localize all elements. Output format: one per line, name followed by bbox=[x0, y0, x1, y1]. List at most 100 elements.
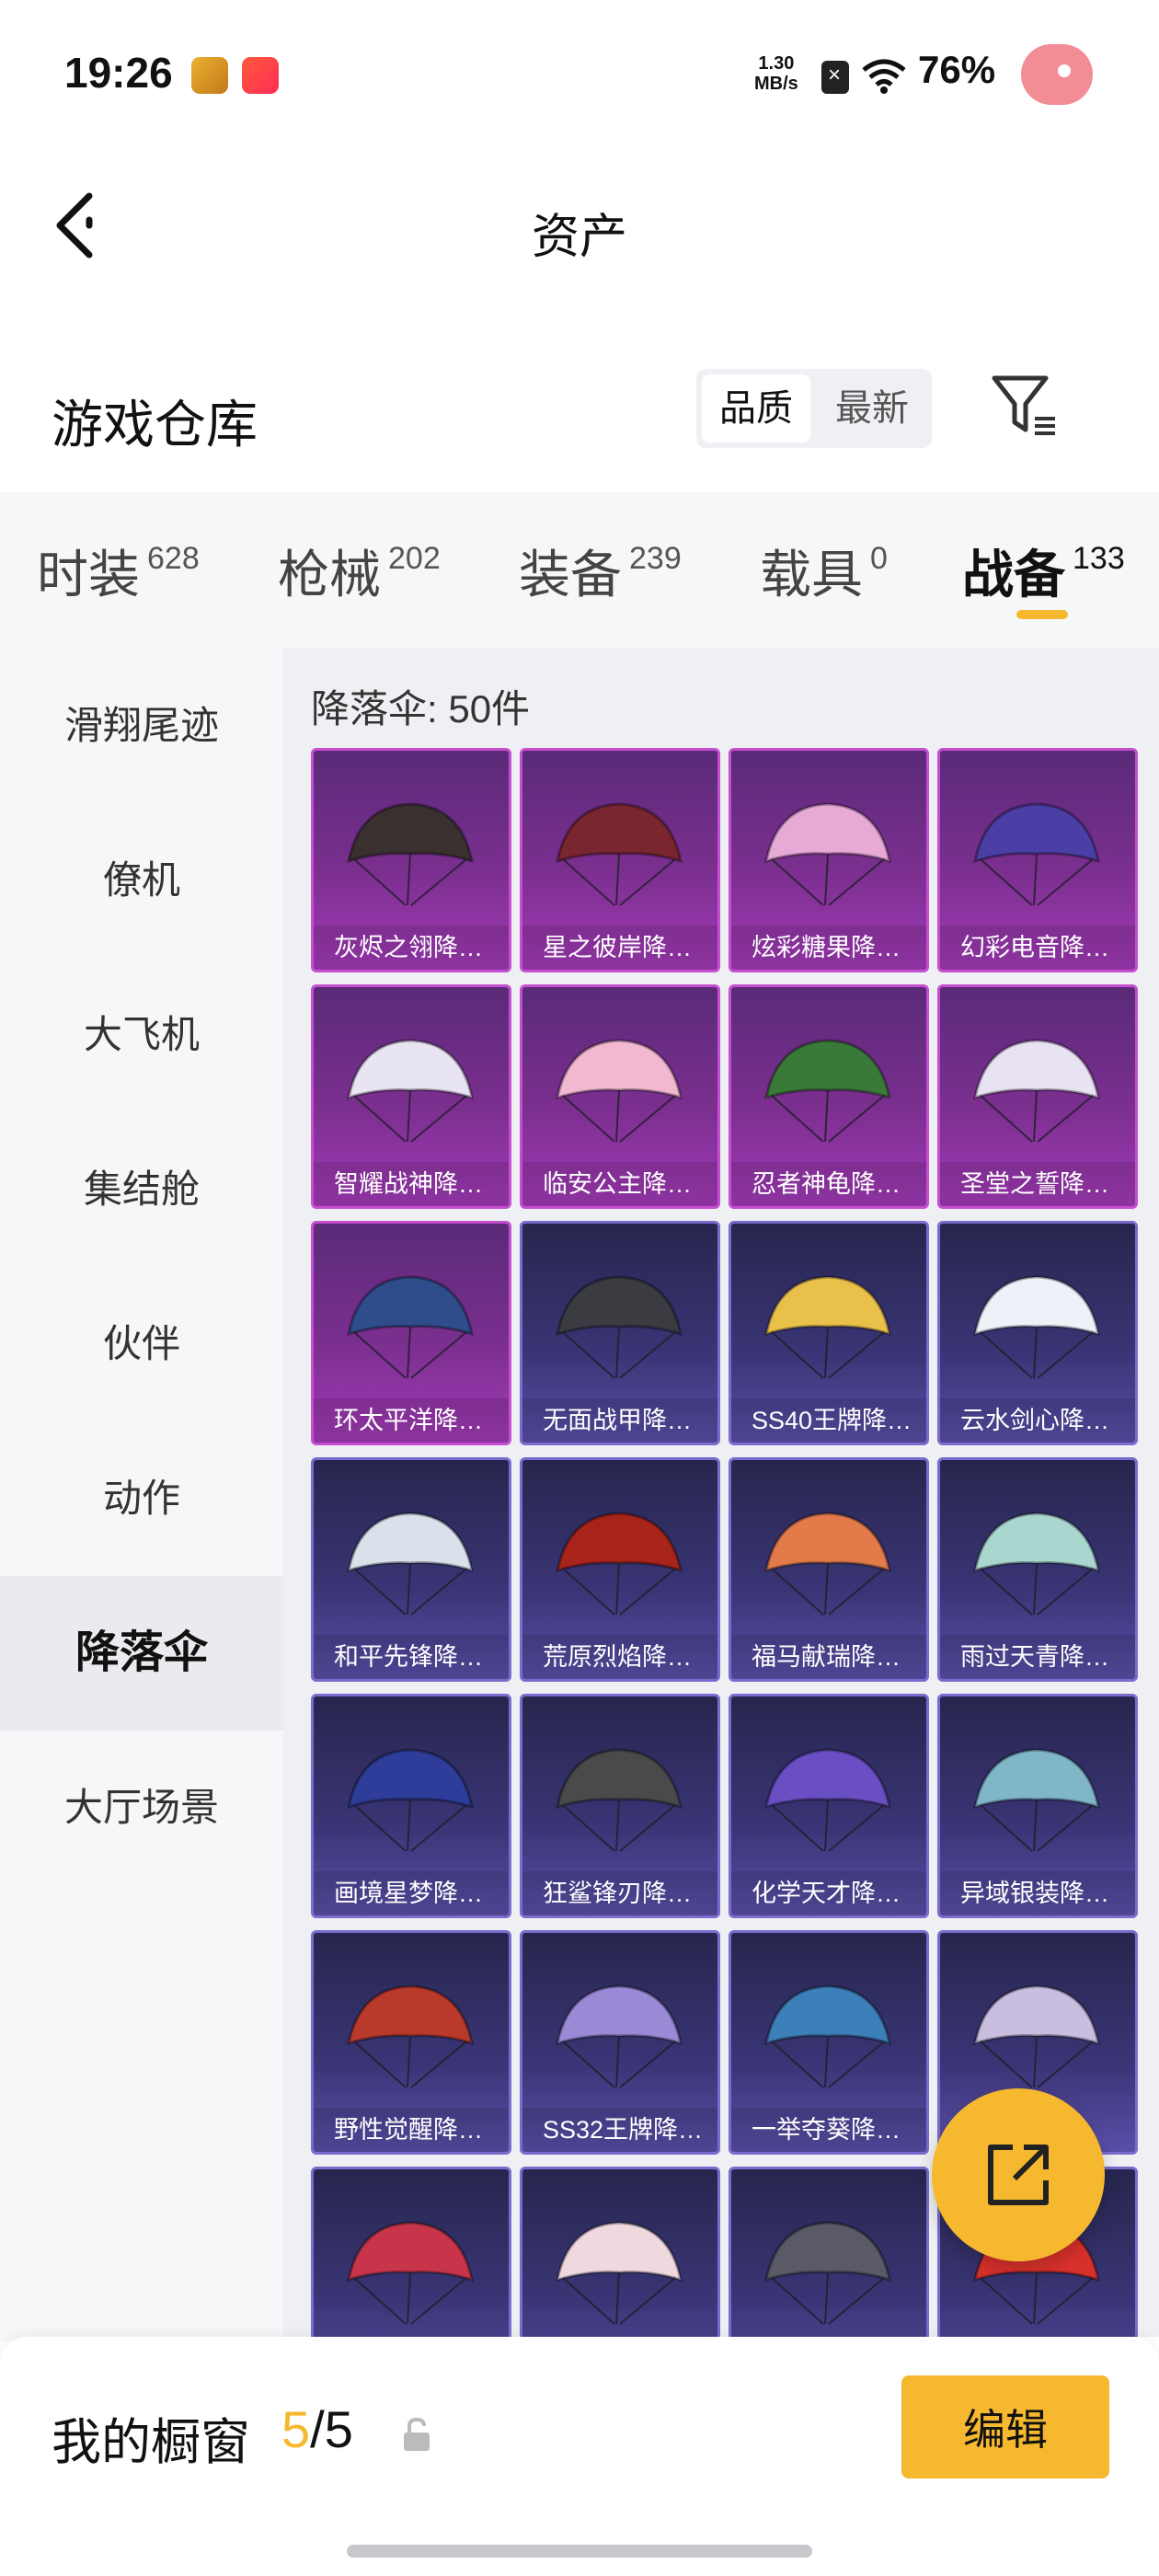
parachute-item-name: 云水剑心降… bbox=[940, 1398, 1135, 1443]
video-app-icon bbox=[242, 57, 279, 94]
parachute-item[interactable]: 福马献瑞降… bbox=[729, 1457, 929, 1682]
item-grid-panel: 降落伞: 50件 灰烬之翎降… 星之彼岸降… 炫彩糖果降… 幻彩电音降… 智耀战神降… 临… bbox=[283, 649, 1159, 2337]
parachute-icon bbox=[973, 1039, 1100, 1143]
parachute-item[interactable]: 化学天才降… bbox=[729, 1694, 929, 1918]
parachute-item[interactable]: 无面战甲降… bbox=[520, 1221, 720, 1445]
parachute-item-name: SS32王牌降… bbox=[522, 2108, 717, 2152]
item-count-label: 降落伞: 50件 bbox=[311, 687, 531, 730]
lock-icon bbox=[404, 2417, 430, 2451]
parachute-item-name: 忍者神龟降… bbox=[731, 1162, 926, 1206]
parachute-item-name: 幻彩电音降… bbox=[940, 926, 1135, 970]
tab-fashion[interactable]: 时装 628 bbox=[37, 534, 200, 608]
no-sim-icon bbox=[821, 61, 849, 94]
parachute-item-name: 异域银装降… bbox=[940, 1871, 1135, 1915]
parachute-item[interactable]: 智耀战神降… bbox=[311, 984, 511, 1209]
active-tab-indicator bbox=[1016, 610, 1068, 619]
parachute-item-name: 雨过天青降… bbox=[940, 1635, 1135, 1679]
sidebar-item-glide-trail[interactable]: 滑翔尾迹 bbox=[0, 649, 283, 803]
tab-firearms[interactable]: 枪械 202 bbox=[278, 534, 441, 608]
parachute-item-name: 炫彩糖果降… bbox=[731, 926, 926, 970]
parachute-item[interactable]: 星之彼岸降… bbox=[520, 748, 720, 972]
parachute-item[interactable]: 雨过天青降… bbox=[937, 1457, 1138, 1682]
tab-equipment[interactable]: 装备 239 bbox=[519, 534, 682, 608]
parachute-item-name: 福马献瑞降… bbox=[731, 1635, 926, 1679]
parachute-icon bbox=[347, 1984, 474, 2088]
parachute-item-name: 临安公主降… bbox=[522, 1162, 717, 1206]
parachute-icon bbox=[347, 1275, 474, 1379]
section-title: 游戏仓库 bbox=[52, 396, 258, 454]
parachute-item-name: 无面战甲降… bbox=[522, 1398, 717, 1443]
page-title: 资产 bbox=[531, 211, 627, 264]
parachute-item[interactable]: 临安公主降… bbox=[520, 984, 720, 1209]
sort-by-latest-button[interactable]: 最新 bbox=[818, 374, 926, 443]
header: 资产 bbox=[0, 147, 1159, 304]
share-button[interactable] bbox=[932, 2088, 1105, 2261]
section-header: 游戏仓库 品质 最新 bbox=[0, 363, 1159, 474]
parachute-item[interactable]: 狂鲨锋刃降… bbox=[520, 1694, 720, 1918]
parachute-item[interactable]: 圣堂之誓降… bbox=[937, 984, 1138, 1209]
parachute-item[interactable] bbox=[729, 2167, 929, 2337]
parachute-item-name: 环太平洋降… bbox=[314, 1398, 509, 1443]
share-external-icon bbox=[988, 2145, 1049, 2205]
parachute-icon bbox=[347, 802, 474, 906]
assistant-avatar-icon[interactable] bbox=[1021, 44, 1093, 105]
parachute-item[interactable]: 荒原烈焰降… bbox=[520, 1457, 720, 1682]
parachute-item[interactable]: 炫彩糖果降… bbox=[729, 748, 929, 972]
parachute-icon bbox=[556, 1275, 683, 1379]
parachute-item[interactable] bbox=[311, 2167, 511, 2337]
home-indicator bbox=[347, 2545, 812, 2558]
sidebar-item-big-plane[interactable]: 大飞机 bbox=[0, 958, 283, 1112]
wifi-icon bbox=[862, 59, 906, 94]
parachute-item-name: 和平先锋降… bbox=[314, 1635, 509, 1679]
parachute-icon bbox=[764, 1275, 891, 1379]
parachute-item[interactable]: 环太平洋降… bbox=[311, 1221, 511, 1445]
parachute-item[interactable]: 异域银装降… bbox=[937, 1694, 1138, 1918]
parachute-item[interactable]: SS32王牌降… bbox=[520, 1930, 720, 2155]
category-tabs: 时装 628 枪械 202 装备 239 载具 0 战备 133 bbox=[0, 492, 1159, 649]
parachute-item-name: 智耀战神降… bbox=[314, 1162, 509, 1206]
tab-vehicles[interactable]: 载具 0 bbox=[760, 534, 888, 608]
game-app-icon bbox=[191, 57, 228, 94]
parachute-item[interactable]: 画境星梦降… bbox=[311, 1694, 511, 1918]
sort-by-quality-button[interactable]: 品质 bbox=[702, 374, 810, 443]
sort-toggle: 品质 最新 bbox=[696, 369, 932, 448]
parachute-item[interactable]: 云水剑心降… bbox=[937, 1221, 1138, 1445]
parachute-item-name: 野性觉醒降… bbox=[314, 2108, 509, 2152]
edit-button[interactable]: 编辑 bbox=[901, 2375, 1109, 2478]
parachute-item[interactable]: 幻彩电音降… bbox=[937, 748, 1138, 972]
tab-war-preparation[interactable]: 战备 133 bbox=[962, 534, 1125, 608]
parachute-icon bbox=[556, 1512, 683, 1616]
sidebar-item-emote[interactable]: 动作 bbox=[0, 1421, 283, 1576]
parachute-item[interactable] bbox=[520, 2167, 720, 2337]
sidebar-item-companion[interactable]: 伙伴 bbox=[0, 1267, 283, 1421]
sidebar-item-lobby-scene[interactable]: 大厅场景 bbox=[0, 1731, 283, 1885]
parachute-icon bbox=[973, 802, 1100, 906]
bottom-bar: 我的橱窗 5/5 编辑 bbox=[0, 2337, 1159, 2576]
network-speed-value: 1.30 bbox=[758, 53, 795, 74]
parachute-item-name: 化学天才降… bbox=[731, 1871, 926, 1915]
parachute-item[interactable]: SS40王牌降… bbox=[729, 1221, 929, 1445]
parachute-item-name: 狂鲨锋刃降… bbox=[522, 1871, 717, 1915]
parachute-item-name: 荒原烈焰降… bbox=[522, 1635, 717, 1679]
parachute-item-name: 圣堂之誓降… bbox=[940, 1162, 1135, 1206]
parachute-item-name: 灰烬之翎降… bbox=[314, 926, 509, 970]
parachute-item[interactable]: 一举夺葵降… bbox=[729, 1930, 929, 2155]
parachute-item[interactable]: 和平先锋降… bbox=[311, 1457, 511, 1682]
sidebar-item-parachute[interactable]: 降落伞 bbox=[0, 1576, 283, 1731]
showcase-label: 我的橱窗 bbox=[52, 2415, 250, 2470]
parachute-item-name: SS40王牌降… bbox=[731, 1398, 926, 1443]
parachute-item-name: 画境星梦降… bbox=[314, 1871, 509, 1915]
parachute-item[interactable]: 野性觉醒降… bbox=[311, 1930, 511, 2155]
sidebar-item-assembly-pod[interactable]: 集结舱 bbox=[0, 1112, 283, 1267]
parachute-icon bbox=[764, 802, 891, 906]
parachute-item-name: 一举夺葵降… bbox=[731, 2108, 926, 2152]
parachute-icon bbox=[556, 1748, 683, 1852]
sidebar-item-wingman[interactable]: 僚机 bbox=[0, 803, 283, 958]
parachute-icon bbox=[347, 1512, 474, 1616]
parachute-icon bbox=[347, 1748, 474, 1852]
parachute-icon bbox=[764, 1039, 891, 1143]
filter-icon[interactable] bbox=[989, 371, 1062, 444]
battery-level: 76% bbox=[918, 48, 996, 91]
parachute-item[interactable]: 灰烬之翎降… bbox=[311, 748, 511, 972]
parachute-item[interactable]: 忍者神龟降… bbox=[729, 984, 929, 1209]
